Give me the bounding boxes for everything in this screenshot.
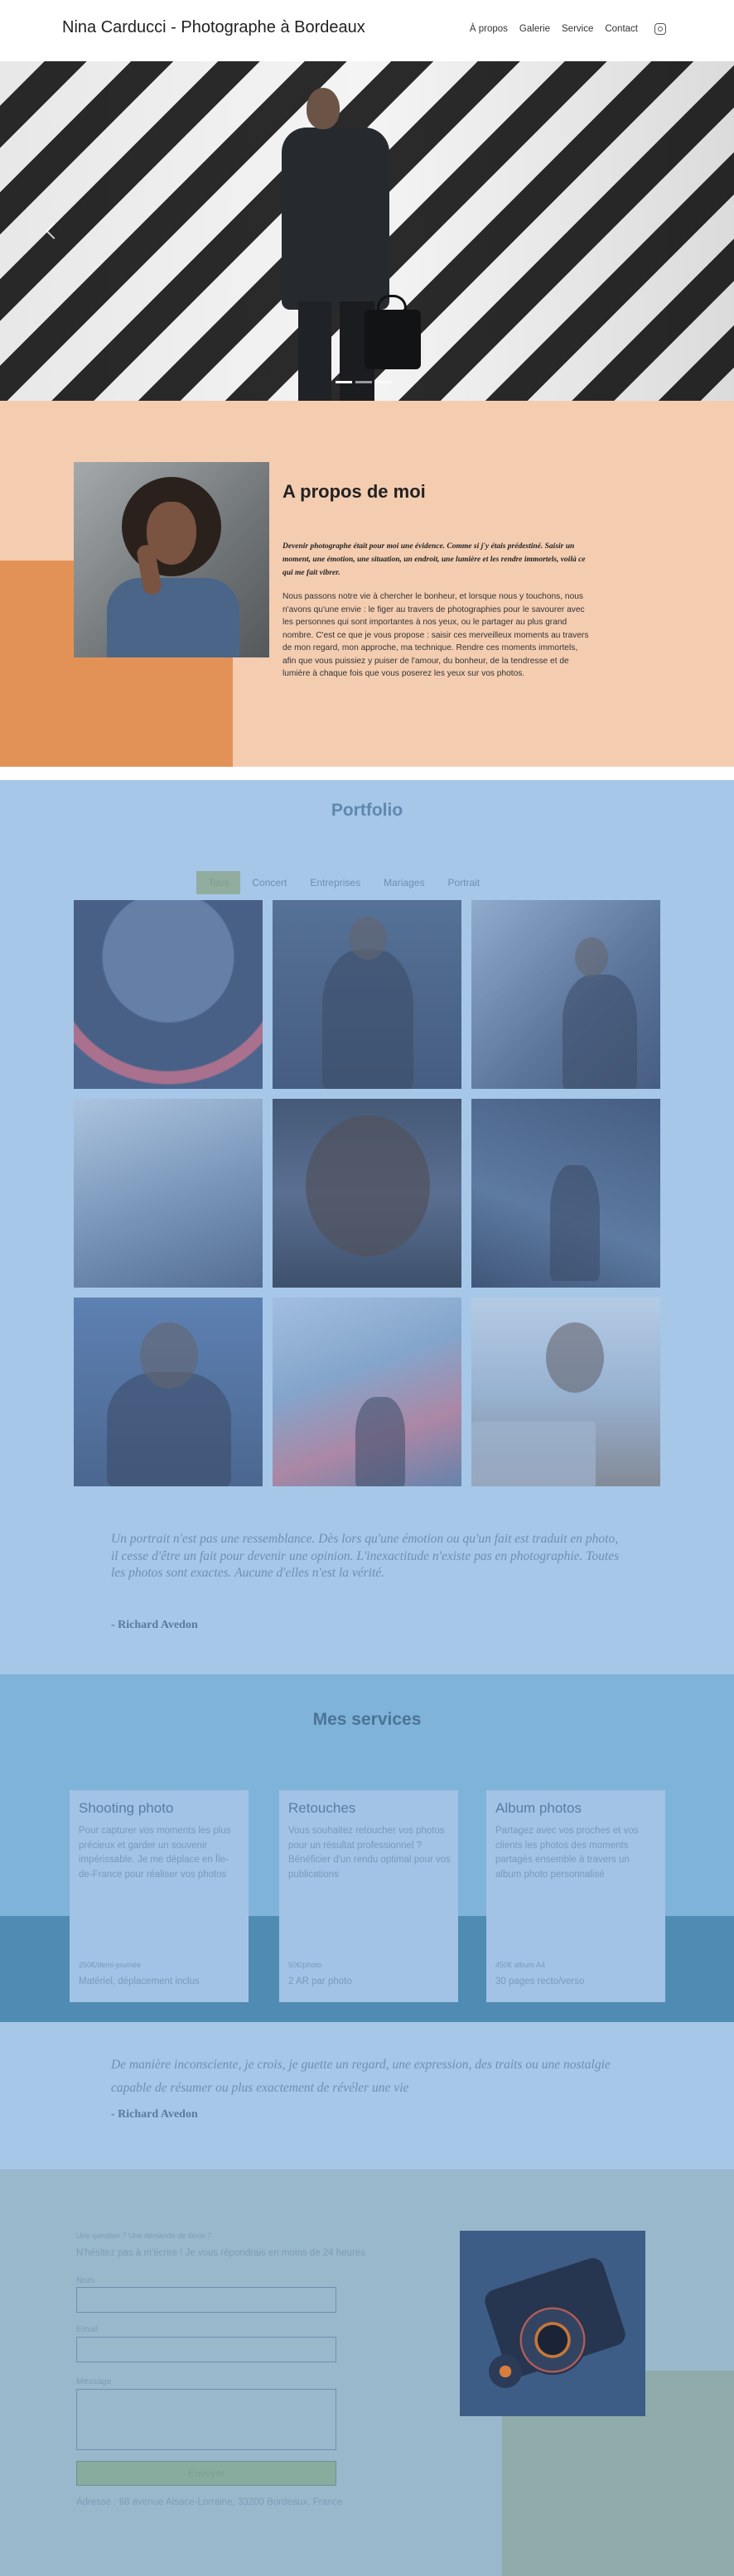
nav-item-galerie[interactable]: Galerie: [519, 24, 550, 34]
main-nav: À propos Galerie Service Contact: [470, 23, 666, 35]
gallery-photo-concert[interactable]: [74, 900, 263, 1089]
service-card-extra: 2 AR par photo: [288, 1977, 352, 1986]
services-quote: De manière inconsciente, je crois, je gu…: [111, 2058, 611, 2095]
service-card-title: Shooting photo: [79, 1800, 174, 1816]
service-card-description: Vous souhaitez retoucher vos photos pour…: [288, 1826, 451, 1880]
carousel-dot-3[interactable]: [375, 381, 392, 383]
message-field[interactable]: [76, 2389, 336, 2450]
about-portrait-photo: [74, 462, 269, 657]
gallery-photo-concert-smoke[interactable]: [273, 1298, 461, 1486]
gallery-photo-man-portrait[interactable]: [273, 1099, 461, 1288]
portfolio-title: Portfolio: [331, 801, 403, 820]
contact-address: Adresse : 68 avenue Alsace-Lorraine, 332…: [76, 2497, 343, 2507]
service-card-shooting[interactable]: Shooting photo Pour capturer vos moments…: [70, 1790, 249, 2002]
gallery-grid: [74, 900, 661, 1486]
gallery-photo-hands[interactable]: [74, 1099, 263, 1288]
service-card-price: 50€/photo: [288, 1961, 322, 1969]
gallery-photo-business-man[interactable]: [273, 900, 461, 1089]
service-card-title: Retouches: [288, 1800, 356, 1816]
gallery-photo-woman-glasses[interactable]: [74, 1298, 263, 1486]
contact-camera-photo: [460, 2231, 645, 2416]
instagram-icon[interactable]: [654, 23, 666, 35]
gallery-filters: Tous Concert Entreprises Mariages Portra…: [196, 871, 491, 894]
service-card-extra: 30 pages recto/verso: [495, 1977, 585, 1986]
carousel-dot-2[interactable]: [355, 381, 372, 383]
hero-bag: [365, 310, 421, 369]
filter-entreprises[interactable]: Entreprises: [298, 871, 372, 894]
service-card-description: Partagez avec vos proches et vos clients…: [495, 1826, 639, 1880]
filter-tous[interactable]: Tous: [196, 871, 241, 894]
services-title: Mes services: [312, 1710, 422, 1729]
portfolio-quote-author: - Richard Avedon: [111, 1619, 198, 1631]
hero-carousel: [0, 61, 734, 401]
email-field[interactable]: [76, 2337, 336, 2362]
carousel-dot-1[interactable]: [336, 381, 352, 383]
send-button[interactable]: Envoyer: [76, 2461, 336, 2486]
carousel-indicators: [336, 381, 392, 383]
service-card-price: 450€ album A4: [495, 1961, 546, 1969]
contact-section: Une question ? Une demande de devis ? N'…: [0, 2169, 734, 2576]
site-header: Nina Carducci - Photographe à Bordeaux À…: [0, 0, 734, 61]
nav-item-service[interactable]: Service: [562, 24, 593, 34]
nav-item-contact[interactable]: Contact: [605, 24, 638, 34]
contact-question: Une question ? Une demande de devis ?: [76, 2232, 212, 2240]
about-body: Nous passons notre vie à chercher le bon…: [282, 592, 589, 678]
service-card-price: 250€/demi-journée: [79, 1961, 142, 1969]
services-section: Mes services Shooting photo Pour capture…: [0, 1674, 734, 2022]
site-title[interactable]: Nina Carducci - Photographe à Bordeaux: [62, 18, 365, 37]
contact-lead: N'hésitez pas à m'écrire ! Je vous répon…: [76, 2248, 365, 2258]
services-quote-author: - Richard Avedon: [111, 2108, 198, 2121]
portfolio-quote-text: Un portrait n'est pas une ressemblance. …: [111, 1532, 620, 1580]
filter-portrait[interactable]: Portrait: [436, 871, 491, 894]
about-title: A propos de moi: [282, 481, 426, 502]
filter-mariages[interactable]: Mariages: [372, 871, 436, 894]
about-lead: Devenir photographe était pour moi une é…: [282, 542, 586, 577]
gallery-photo-wedding[interactable]: [471, 1099, 660, 1288]
nav-item-a-propos[interactable]: À propos: [470, 24, 508, 34]
service-card-album[interactable]: Album photos Partagez avec vos proches e…: [486, 1790, 665, 2002]
message-label: Message: [76, 2376, 112, 2386]
email-label: Email: [76, 2324, 99, 2334]
about-section: A propos de moi Devenir photographe étai…: [0, 401, 734, 767]
filter-concert[interactable]: Concert: [240, 871, 298, 894]
service-card-description: Pour capturer vos moments les plus préci…: [79, 1826, 231, 1880]
name-field[interactable]: [76, 2287, 336, 2313]
name-label: Nom: [76, 2275, 95, 2285]
service-card-extra: Matériel, déplacement inclus: [79, 1977, 200, 1986]
hero-person: [282, 128, 389, 310]
service-card-retouches[interactable]: Retouches Vous souhaitez retoucher vos p…: [279, 1790, 458, 2002]
gallery-photo-business-woman[interactable]: [471, 900, 660, 1089]
service-card-title: Album photos: [495, 1800, 582, 1816]
gallery-photo-woman-laptop[interactable]: [471, 1298, 660, 1486]
